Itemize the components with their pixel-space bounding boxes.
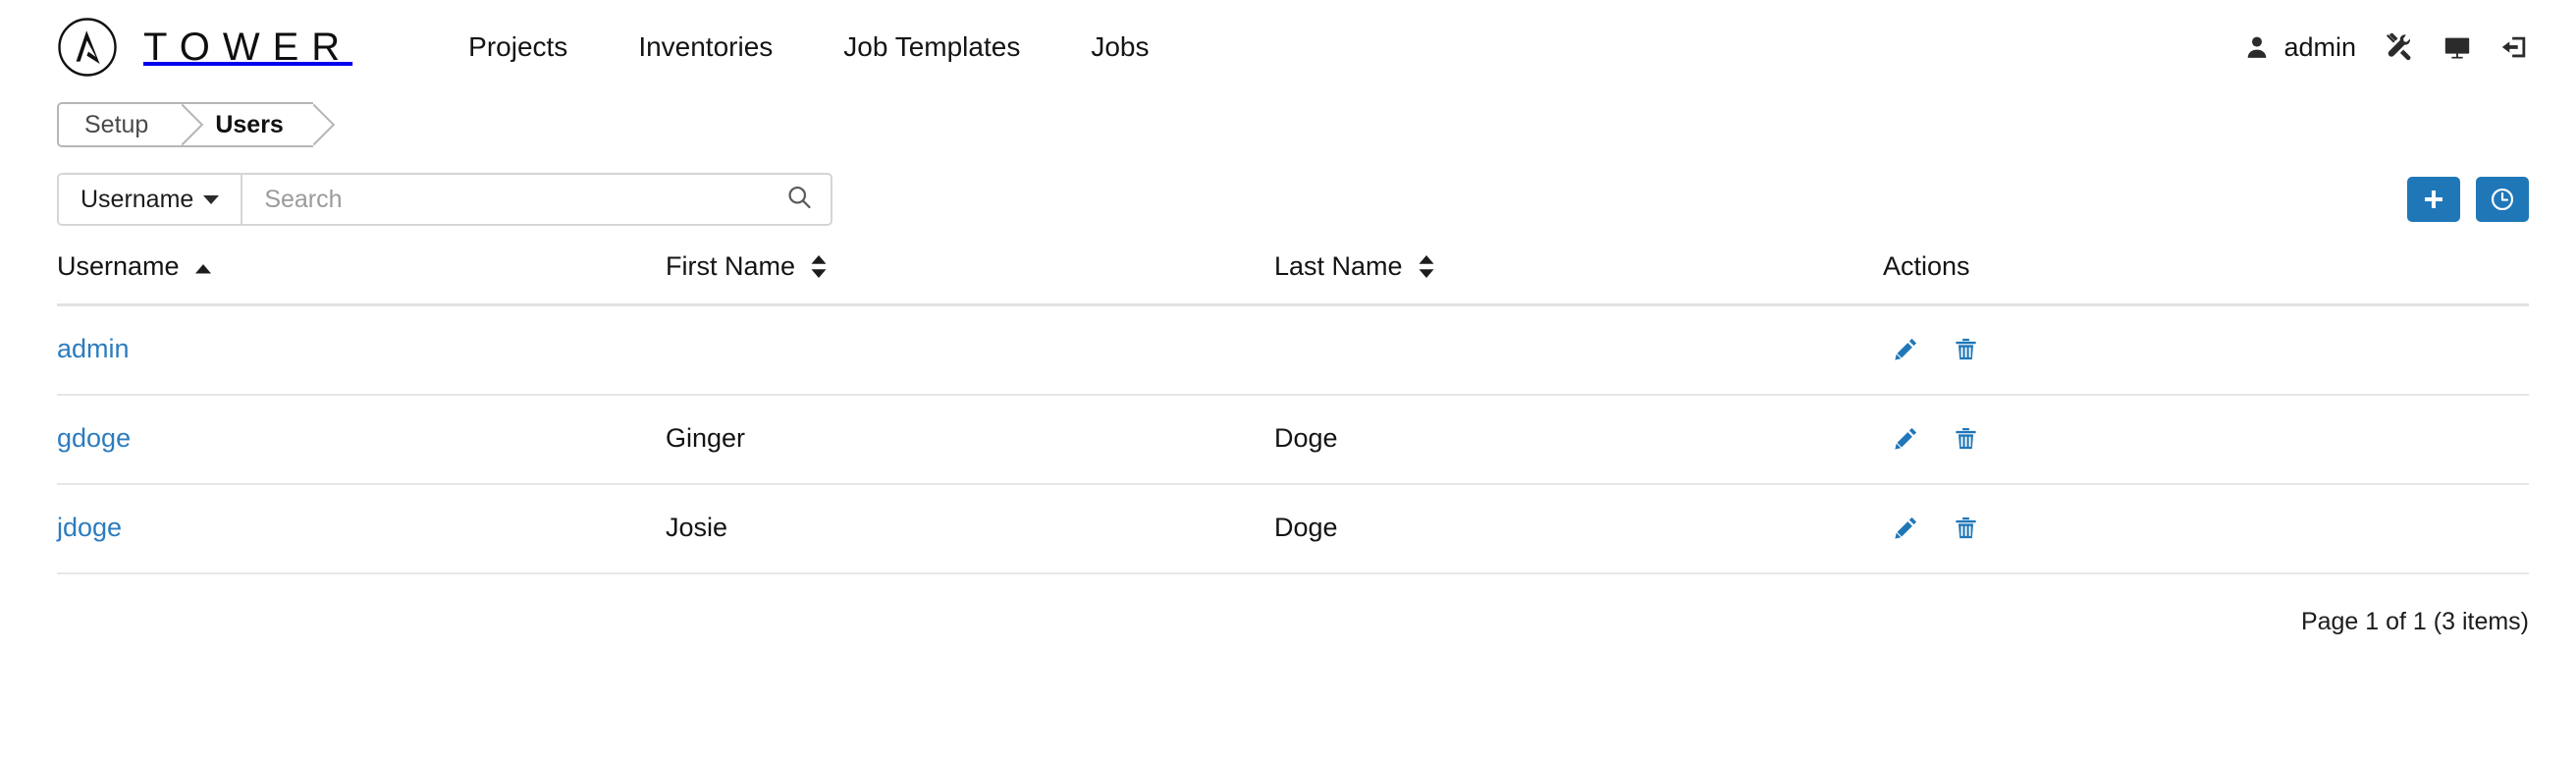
table-row: admin — [57, 304, 2529, 396]
caret-up-icon — [194, 251, 211, 282]
column-header-first-name[interactable]: First Name — [666, 251, 1274, 306]
cell-first-name: Josie — [666, 484, 1274, 574]
logout-icon[interactable] — [2499, 32, 2529, 62]
top-right-actions: admin — [2244, 31, 2529, 63]
cell-last-name — [1274, 304, 1883, 396]
column-header-last-name[interactable]: Last Name — [1274, 251, 1883, 306]
table-row: gdoge Ginger Doge — [57, 395, 2529, 485]
edit-user-button[interactable] — [1893, 515, 1919, 541]
column-header-first-name-label: First Name — [666, 251, 796, 281]
caret-updown-icon — [811, 255, 827, 278]
cell-first-name — [666, 304, 1274, 396]
column-header-username-label: Username — [57, 251, 180, 281]
nav-item-inventories[interactable]: Inventories — [603, 31, 808, 63]
cell-actions — [1883, 304, 2529, 396]
pagination-status: Page 1 of 1 (3 items) — [2300, 608, 2529, 635]
user-link[interactable]: gdoge — [57, 423, 131, 453]
breadcrumb: Setup Users — [57, 102, 336, 147]
users-table-head: Username First Name Last Name Actions — [57, 251, 2529, 306]
users-table: Username First Name Last Name Actions ad… — [57, 251, 2529, 574]
search-input[interactable] — [242, 175, 831, 224]
cell-actions — [1883, 395, 2529, 485]
search-field — [242, 175, 831, 224]
table-header-row: Username First Name Last Name Actions — [57, 251, 2529, 306]
column-header-actions-label: Actions — [1883, 251, 1970, 281]
search-key-label: Username — [80, 185, 194, 213]
breadcrumb-area: Setup Users — [0, 94, 2576, 155]
user-link[interactable]: jdoge — [57, 513, 122, 542]
delete-user-button[interactable] — [1953, 425, 1979, 452]
nav-item-jobs[interactable]: Jobs — [1055, 31, 1184, 63]
users-table-body: admin gdoge Ginger Doge jdoge Josie Doge — [57, 304, 2529, 574]
breadcrumb-item-users-label: Users — [215, 110, 284, 138]
ansible-a-logo-icon — [57, 17, 118, 78]
list-toolbar: Username — [0, 155, 2576, 226]
main-nav: Projects Inventories Job Templates Jobs — [433, 31, 1184, 63]
current-user-menu[interactable]: admin — [2244, 32, 2356, 63]
column-header-last-name-label: Last Name — [1274, 251, 1403, 281]
trash-icon — [1956, 427, 1976, 450]
toolbar-actions — [2407, 177, 2529, 222]
trash-icon — [1956, 338, 1976, 360]
chevron-down-icon — [203, 194, 220, 204]
pencil-icon — [1895, 427, 1917, 450]
plus-icon — [2425, 190, 2442, 208]
brand-home-link[interactable]: TOWER — [57, 17, 352, 78]
cell-last-name: Doge — [1274, 395, 1883, 485]
edit-user-button[interactable] — [1893, 425, 1919, 452]
add-user-button[interactable] — [2407, 177, 2460, 222]
delete-user-button[interactable] — [1953, 336, 1979, 362]
column-header-actions: Actions — [1883, 251, 2529, 306]
pagination-area: Page 1 of 1 (3 items) — [0, 574, 2576, 636]
activity-stream-button[interactable] — [2476, 177, 2529, 222]
cell-username: jdoge — [57, 484, 666, 574]
monitor-icon[interactable] — [2442, 32, 2472, 62]
current-user-name: admin — [2283, 31, 2356, 62]
user-link[interactable]: admin — [57, 334, 130, 363]
delete-user-button[interactable] — [1953, 515, 1979, 541]
column-header-username[interactable]: Username — [57, 251, 666, 306]
brand-name: TOWER — [143, 26, 353, 69]
trash-icon — [1956, 517, 1976, 539]
breadcrumb-chevron-icon — [293, 103, 336, 146]
pencil-icon — [1895, 517, 1917, 539]
breadcrumb-item-setup-label: Setup — [84, 110, 149, 138]
cell-username: admin — [57, 304, 666, 396]
wrench-screwdriver-icon[interactable] — [2384, 31, 2415, 63]
cell-last-name: Doge — [1274, 484, 1883, 574]
clock-icon — [2491, 188, 2514, 211]
cell-first-name: Ginger — [666, 395, 1274, 485]
cell-actions — [1883, 484, 2529, 574]
breadcrumb-item-setup[interactable]: Setup — [57, 102, 204, 147]
users-table-container: Username First Name Last Name Actions ad… — [0, 226, 2576, 574]
nav-item-projects[interactable]: Projects — [433, 31, 603, 63]
edit-user-button[interactable] — [1893, 336, 1919, 362]
pencil-icon — [1895, 338, 1917, 360]
table-row: jdoge Josie Doge — [57, 484, 2529, 574]
caret-updown-icon — [1419, 255, 1434, 278]
search-bar: Username — [57, 173, 832, 226]
user-icon — [2244, 34, 2270, 60]
search-key-dropdown[interactable]: Username — [59, 175, 243, 224]
nav-item-job-templates[interactable]: Job Templates — [808, 31, 1055, 63]
top-navigation-bar: TOWER Projects Inventories Job Templates… — [0, 0, 2576, 94]
cell-username: gdoge — [57, 395, 666, 485]
